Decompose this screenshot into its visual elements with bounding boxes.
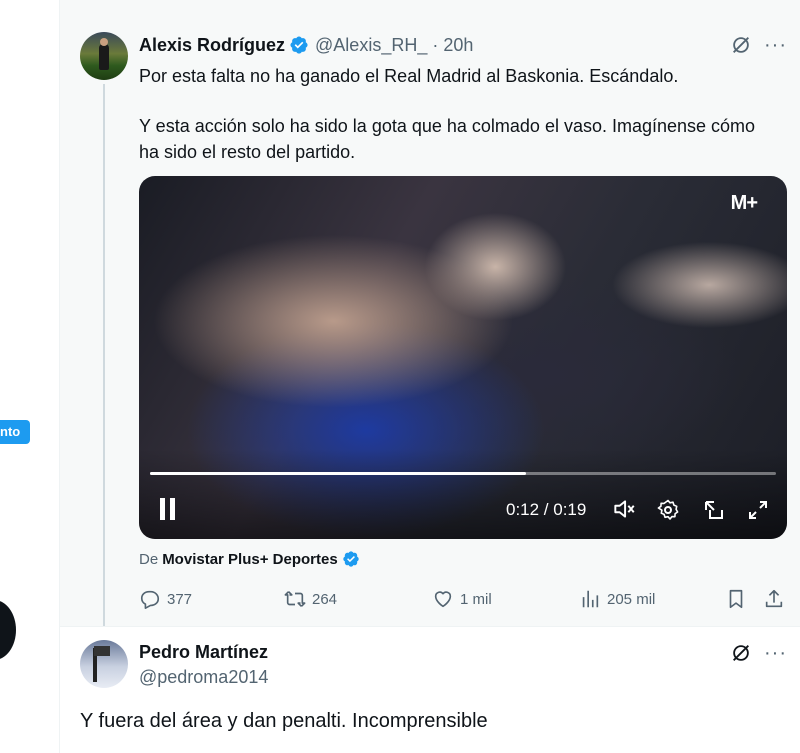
reply-count: 377 — [167, 590, 193, 608]
share-icon[interactable] — [763, 588, 785, 610]
tweet-actions: 377 264 1 mil 205 mil — [139, 588, 789, 612]
avatar-board — [94, 646, 110, 656]
fullscreen-icon[interactable] — [746, 498, 770, 522]
more-options-icon[interactable]: ··· — [764, 35, 787, 55]
verified-badge-icon — [290, 36, 308, 54]
avatar[interactable] — [80, 640, 128, 688]
separator: · — [432, 34, 439, 55]
tweet-top-actions: ··· — [730, 34, 787, 56]
reply-button[interactable]: 377 — [139, 588, 192, 610]
left-sidebar: nto — [0, 0, 60, 753]
author-handle[interactable]: @Alexis_RH_ — [315, 35, 427, 56]
retweet-count: 264 — [312, 590, 338, 608]
settings-gear-icon[interactable] — [656, 498, 680, 522]
picture-in-picture-icon[interactable] — [702, 498, 726, 522]
grok-icon[interactable] — [730, 34, 752, 56]
author-name[interactable]: Alexis Rodríguez — [139, 35, 285, 56]
like-button[interactable]: 1 mil — [432, 588, 492, 610]
video-source: De Movistar Plus+ Deportes — [139, 550, 360, 568]
views-chart-icon — [582, 590, 599, 608]
avatar-figure — [99, 44, 109, 70]
retweet-icon — [284, 591, 306, 607]
avatar[interactable] — [80, 32, 128, 80]
tweet-text: Por esta falta no ha ganado el Real Madr… — [139, 63, 779, 165]
video-progress-bar[interactable] — [150, 472, 776, 475]
more-options-icon[interactable]: ··· — [764, 643, 787, 663]
sidebar-profile-button[interactable] — [0, 600, 16, 660]
thread-line — [103, 84, 105, 636]
view-count: 205 mil — [607, 590, 656, 608]
reply-icon — [140, 590, 160, 609]
reply-top-actions: ··· — [730, 642, 787, 664]
broadcaster-logo: M+ — [730, 192, 758, 214]
video-time-readout: 0:12 / 0:19 — [506, 500, 587, 519]
reply-author-handle[interactable]: @pedroma2014 — [139, 667, 268, 688]
pause-icon[interactable] — [159, 498, 177, 520]
heart-icon — [434, 591, 452, 608]
views-button[interactable]: 205 mil — [579, 588, 655, 610]
reply-author-name[interactable]: Pedro Martínez — [139, 642, 268, 663]
bookmark-icon[interactable] — [725, 588, 747, 610]
tweet-paragraph: Por esta falta no ha ganado el Real Madr… — [139, 66, 679, 86]
retweet-button[interactable]: 264 — [284, 588, 337, 610]
verified-badge-icon — [342, 551, 359, 567]
like-count: 1 mil — [460, 590, 492, 608]
tweet-paragraph: Y esta acción solo ha sido la gota que h… — [139, 116, 756, 162]
timestamp[interactable]: 20h — [443, 35, 473, 56]
video-shade — [139, 449, 787, 539]
tweet-header: Alexis Rodríguez @Alexis_RH_ · 20h — [139, 33, 473, 57]
video-player[interactable]: M+ 0:12 / 0:19 — [139, 176, 787, 539]
source-name[interactable]: Movistar Plus+ Deportes — [162, 551, 337, 568]
mute-icon[interactable] — [611, 496, 637, 522]
source-prefix: De — [139, 550, 159, 568]
grok-icon[interactable] — [730, 642, 752, 664]
reply-text: Y fuera del área y dan penalti. Incompre… — [80, 710, 488, 732]
sidebar-pill-button[interactable]: nto — [0, 420, 31, 444]
video-progress-fill — [150, 472, 526, 475]
avatar-head — [100, 38, 108, 46]
